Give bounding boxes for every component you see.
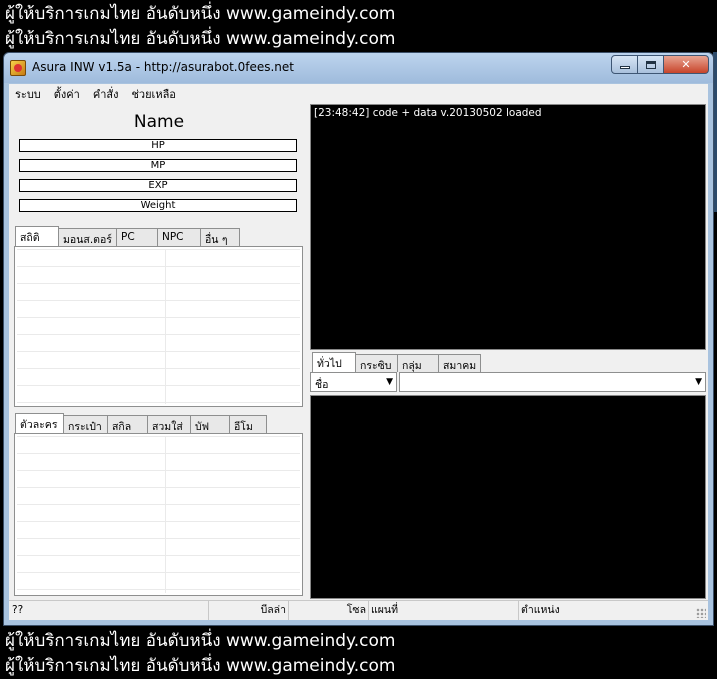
client-area: Name HP MP EXP Weight สถิติ มอนส.ตอร์ PC… bbox=[9, 104, 708, 620]
banner-top-2: ผู้ให้บริการเกมไทย อันดับหนึ่ง www.gamei… bbox=[5, 29, 396, 49]
tab-equipment[interactable]: สวมใส่ bbox=[147, 415, 191, 433]
menu-settings[interactable]: ตั้งค่า bbox=[54, 85, 80, 103]
tab-emotes[interactable]: อีโม bbox=[229, 415, 267, 433]
chat-target-value: ชื่อ bbox=[315, 379, 329, 391]
tab-inventory[interactable]: กระเป๋า bbox=[63, 415, 108, 433]
window-title: Asura INW v1.5a - http://asurabot.0fees.… bbox=[32, 60, 294, 74]
status-position: ตำแหน่ง bbox=[521, 604, 560, 616]
tab-monsters[interactable]: มอนส.ตอร์ bbox=[58, 228, 117, 246]
log-console[interactable]: [23:48:42] code + data v.20130502 loaded bbox=[310, 104, 706, 350]
chevron-down-icon: ▼ bbox=[695, 377, 702, 387]
minimize-icon bbox=[619, 66, 630, 69]
tab-pc[interactable]: PC bbox=[116, 228, 158, 246]
tab-buffs[interactable]: บัฟ bbox=[190, 415, 230, 433]
tab-guild[interactable]: สมาคม bbox=[438, 354, 481, 372]
app-window: Asura INW v1.5a - http://asurabot.0fees.… bbox=[3, 52, 714, 626]
exp-bar: EXP bbox=[19, 179, 297, 192]
chat-message-select[interactable]: ▼ bbox=[399, 372, 706, 392]
chat-console[interactable] bbox=[310, 395, 706, 599]
tab-npc[interactable]: NPC bbox=[157, 228, 201, 246]
character-list[interactable] bbox=[14, 433, 303, 596]
tab-general[interactable]: ทั่วไป bbox=[312, 352, 356, 372]
banner-top-1: ผู้ให้บริการเกมไทย อันดับหนึ่ง www.gamei… bbox=[5, 4, 396, 24]
app-icon[interactable] bbox=[10, 60, 26, 76]
tab-party[interactable]: กลุ่ม bbox=[397, 354, 439, 372]
minimize-button[interactable] bbox=[611, 55, 638, 74]
top-tab-strip: สถิติ มอนส.ตอร์ PC NPC อื่น ๆ bbox=[15, 226, 240, 246]
window-controls: ✕ bbox=[611, 55, 709, 74]
menu-commands[interactable]: คำสั่ง bbox=[93, 85, 119, 103]
status-info: ?? bbox=[9, 601, 209, 620]
banner-bottom-1: ผู้ให้บริการเกมไทย อันดับหนึ่ง www.gamei… bbox=[5, 631, 396, 651]
bottom-tab-strip: ตัวละคร กระเป๋า สกิล สวมใส่ บัฟ อีโม bbox=[15, 413, 267, 433]
mp-bar: MP bbox=[19, 159, 297, 172]
menu-help[interactable]: ช่วยเหลือ bbox=[131, 85, 175, 103]
tab-stats[interactable]: สถิติ bbox=[15, 226, 59, 246]
chat-target-select[interactable]: ชื่อ ▼ bbox=[310, 372, 397, 392]
status-map: แผนที่ bbox=[369, 601, 519, 620]
chevron-down-icon: ▼ bbox=[386, 377, 393, 387]
tab-whisper[interactable]: กระซิบ bbox=[355, 354, 398, 372]
stats-grid bbox=[17, 249, 300, 404]
status-bar: ?? บีลล่า โซล แผนที่ ตำแหน่ง bbox=[9, 600, 708, 620]
chat-tab-strip: ทั่วไป กระซิบ กลุ่ม สมาคม bbox=[312, 352, 481, 372]
menu-bar: ระบบ ตั้งค่า คำสั่ง ช่วยเหลือ bbox=[9, 84, 708, 104]
hp-bar: HP bbox=[19, 139, 297, 152]
character-grid bbox=[17, 436, 300, 593]
log-line: [23:48:42] code + data v.20130502 loaded bbox=[314, 107, 542, 119]
tab-others[interactable]: อื่น ๆ bbox=[200, 228, 240, 246]
stats-list[interactable] bbox=[14, 246, 303, 407]
maximize-icon bbox=[645, 60, 656, 69]
menu-system[interactable]: ระบบ bbox=[15, 85, 41, 103]
resize-grip[interactable] bbox=[696, 608, 706, 618]
status-zeny: บีลล่า bbox=[209, 601, 289, 620]
close-button[interactable]: ✕ bbox=[664, 55, 709, 74]
status-zone: โซล bbox=[289, 601, 369, 620]
close-icon: ✕ bbox=[681, 58, 691, 71]
character-name: Name bbox=[133, 112, 185, 132]
weight-bar: Weight bbox=[19, 199, 297, 212]
title-bar[interactable]: Asura INW v1.5a - http://asurabot.0fees.… bbox=[4, 53, 713, 83]
banner-bottom-2: ผู้ให้บริการเกมไทย อันดับหนึ่ง www.gamei… bbox=[5, 656, 396, 676]
maximize-button[interactable] bbox=[638, 55, 664, 74]
tab-character[interactable]: ตัวละคร bbox=[15, 413, 64, 433]
tab-skills[interactable]: สกิล bbox=[107, 415, 148, 433]
